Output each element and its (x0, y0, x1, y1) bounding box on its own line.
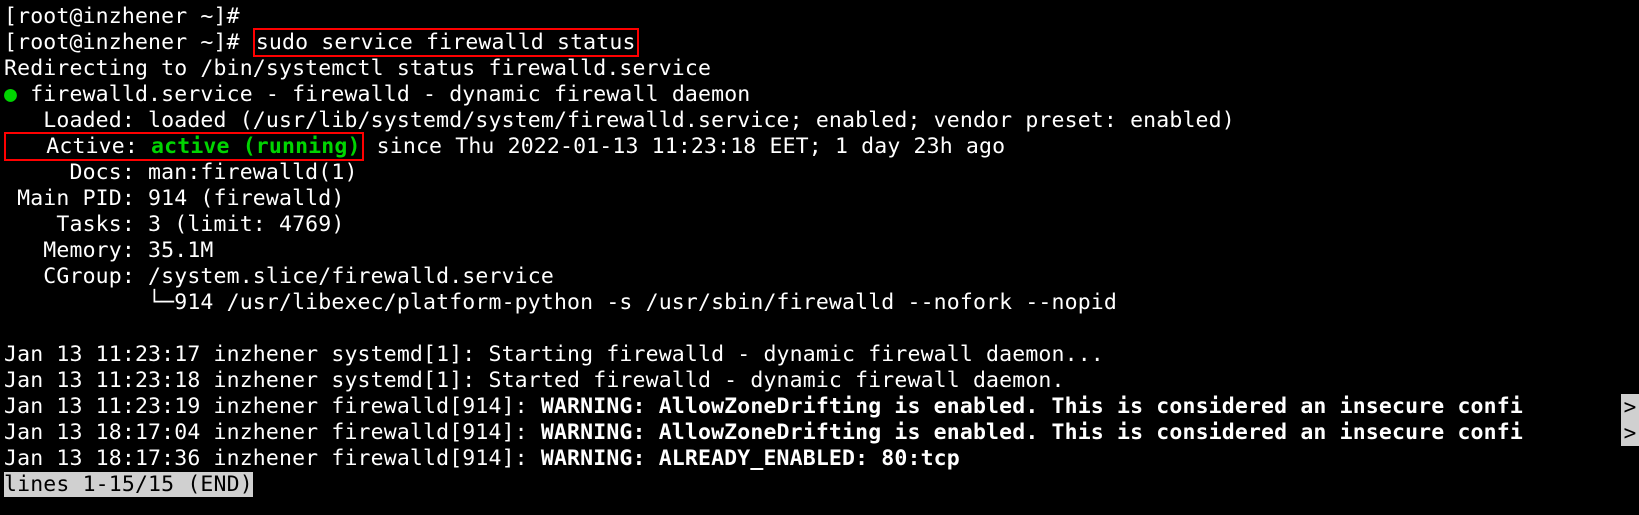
memory-line: Memory: 35.1M (4, 238, 214, 263)
pager-status: lines 1-15/15 (END) (4, 472, 253, 497)
loaded-line: Loaded: loaded (/usr/lib/systemd/system/… (4, 108, 1235, 133)
log-line-prefix: Jan 13 11:23:19 inzhener firewalld[914]: (4, 394, 541, 419)
truncation-indicator-icon: > (1621, 394, 1639, 420)
log-line: Jan 13 11:23:17 inzhener systemd[1]: Sta… (4, 342, 1104, 367)
status-dot-icon: ● (4, 82, 17, 107)
log-line: Jan 13 11:23:18 inzhener systemd[1]: Sta… (4, 368, 1065, 393)
log-line-prefix: Jan 13 18:17:04 inzhener firewalld[914]: (4, 420, 541, 445)
active-label: Active: (7, 134, 151, 159)
redirect-line: Redirecting to /bin/systemctl status fir… (4, 56, 711, 81)
truncation-indicator-icon: > (1621, 420, 1639, 446)
highlighted-active-line: Active: active (running) (4, 132, 364, 161)
log-warning: WARNING: AllowZoneDrifting is enabled. T… (541, 420, 1523, 445)
cgroup-child-line: └─914 /usr/libexec/platform-python -s /u… (4, 290, 1117, 315)
shell-prompt: [root@inzhener ~]# (4, 30, 240, 55)
highlighted-command: sudo service firewalld status (253, 28, 639, 57)
terminal-output[interactable]: [root@inzhener ~]# [root@inzhener ~]# su… (0, 0, 1639, 498)
active-status: active (running) (151, 134, 361, 159)
shell-prompt: [root@inzhener ~]# (4, 4, 240, 29)
mainpid-line: Main PID: 914 (firewalld) (4, 186, 344, 211)
unit-line: firewalld.service - firewalld - dynamic … (17, 82, 750, 107)
cgroup-line: CGroup: /system.slice/firewalld.service (4, 264, 554, 289)
docs-line: Docs: man:firewalld(1) (4, 160, 358, 185)
log-warning: WARNING: ALREADY_ENABLED: 80:tcp (541, 446, 960, 471)
log-line-prefix: Jan 13 18:17:36 inzhener firewalld[914]: (4, 446, 541, 471)
log-warning: WARNING: AllowZoneDrifting is enabled. T… (541, 394, 1523, 419)
tasks-line: Tasks: 3 (limit: 4769) (4, 212, 344, 237)
active-rest: since Thu 2022-01-13 11:23:18 EET; 1 day… (364, 134, 1006, 159)
